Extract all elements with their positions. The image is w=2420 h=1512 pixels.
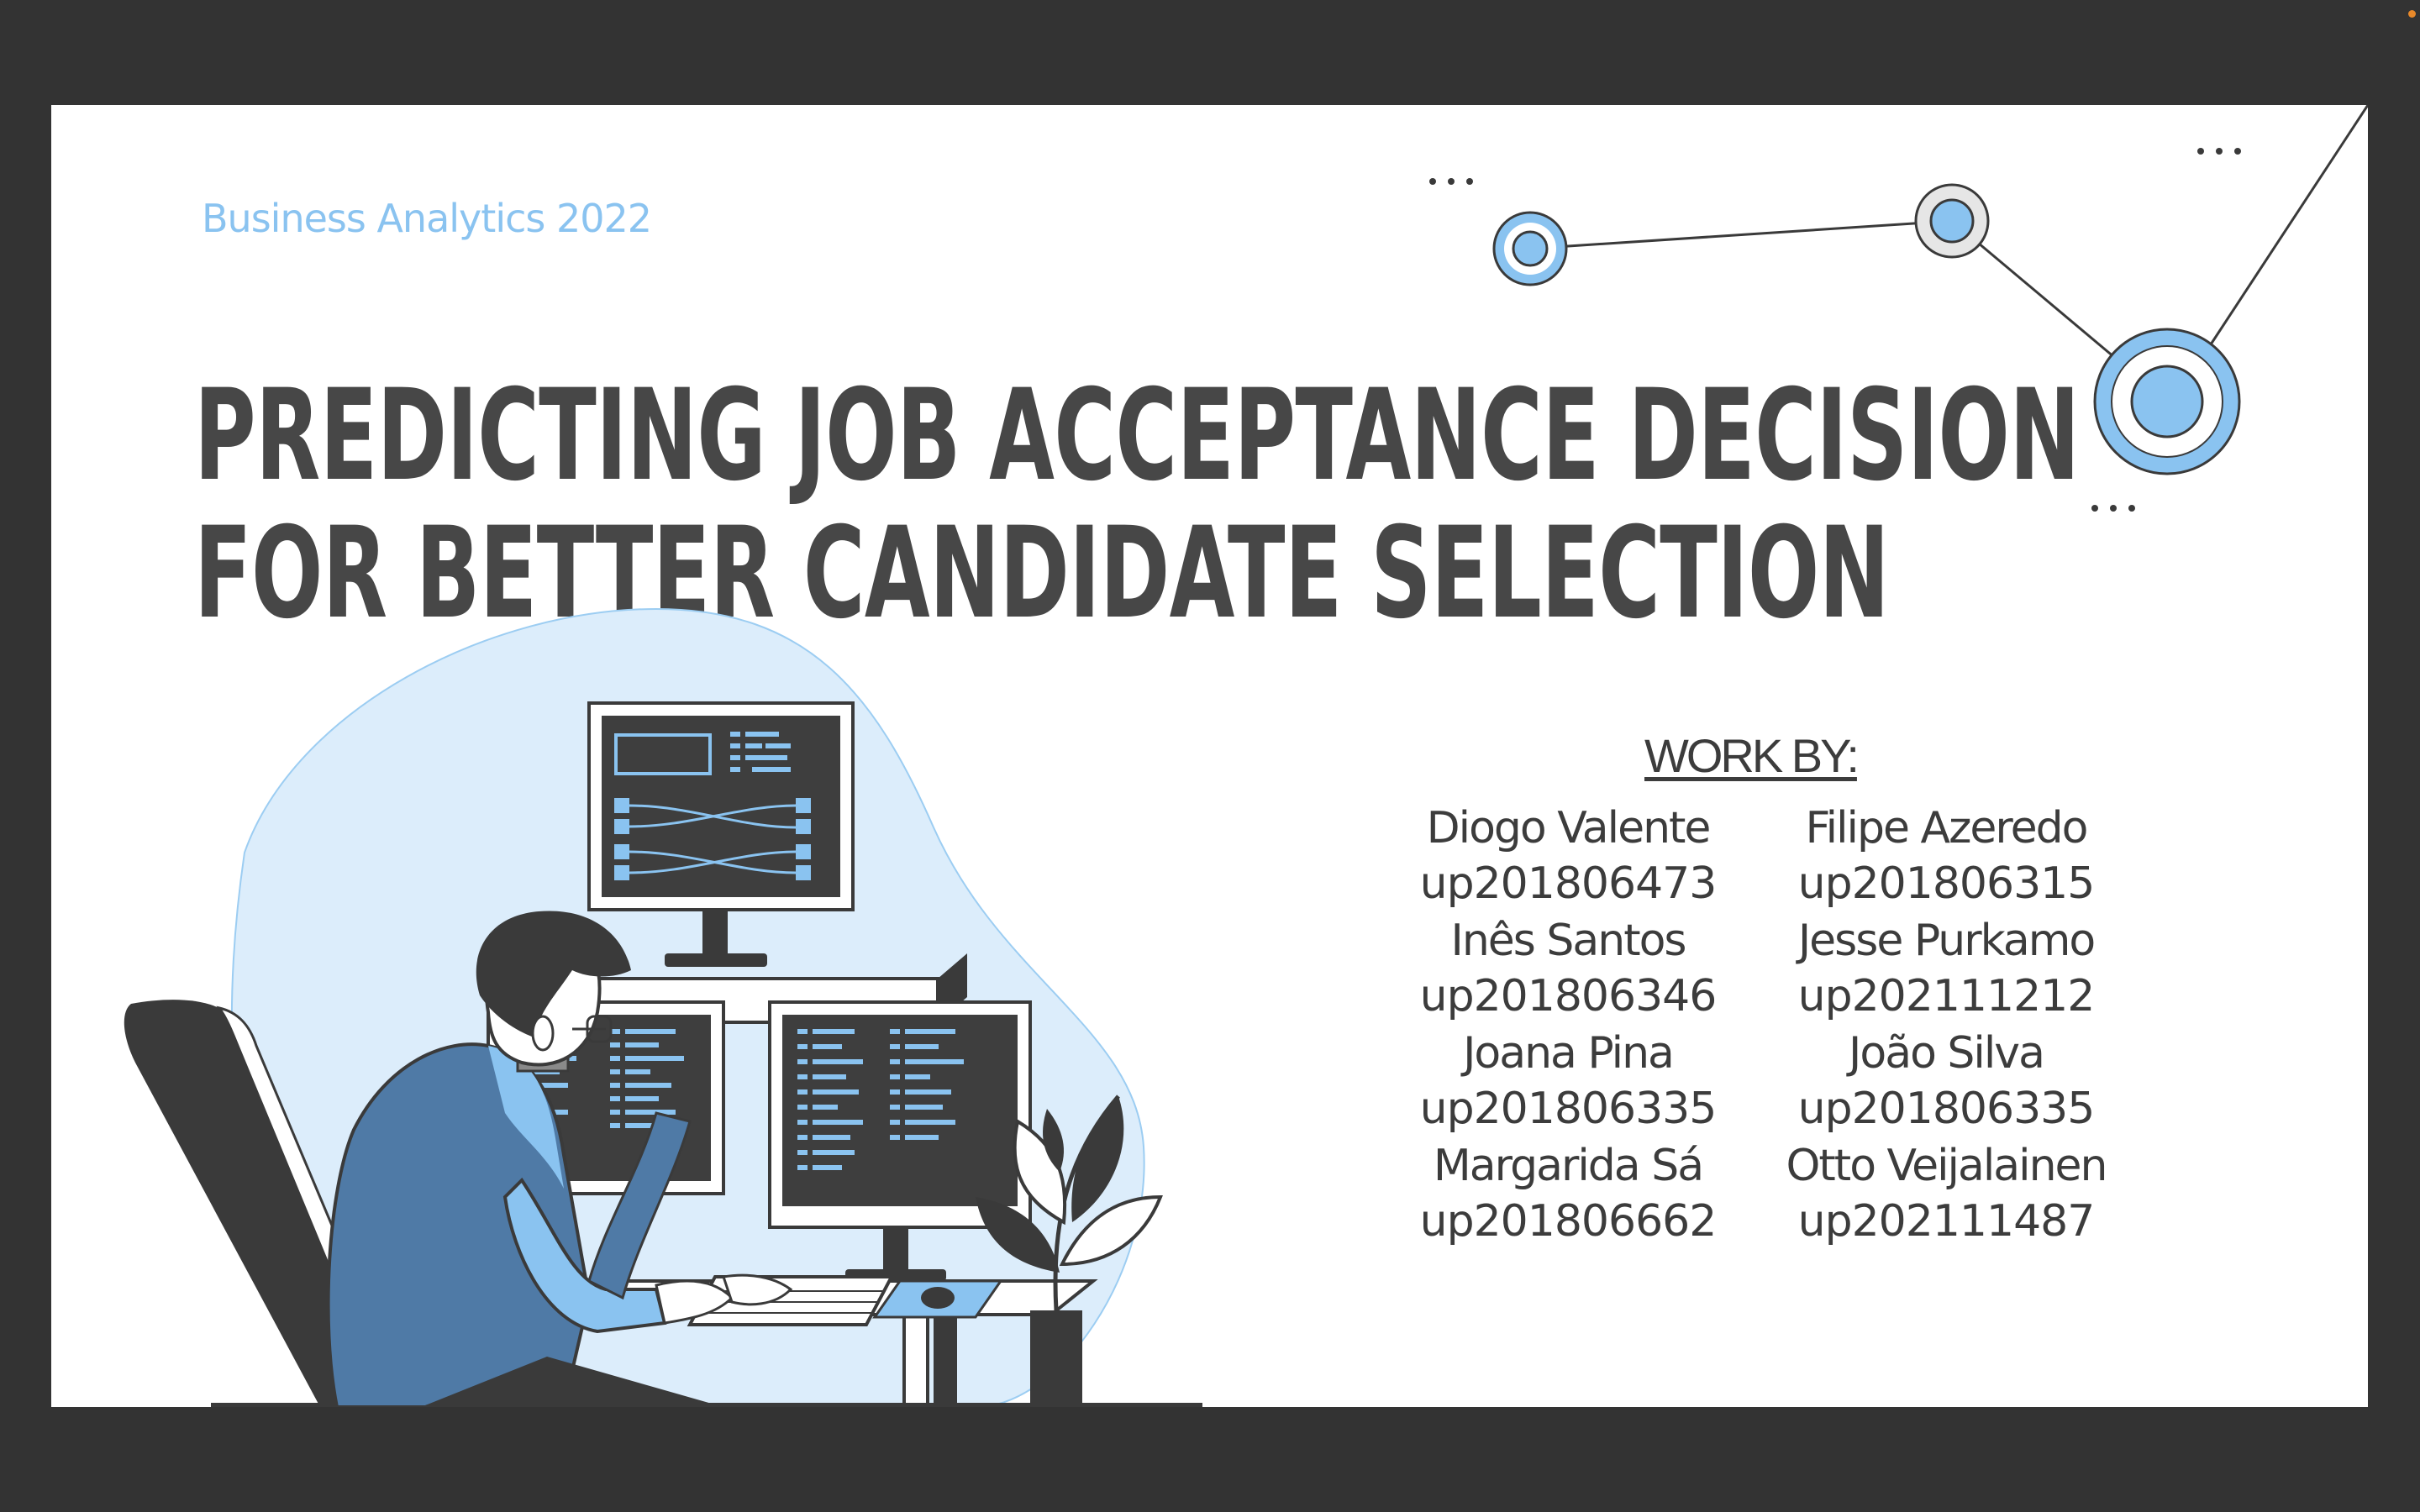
member-name: Joana Pina <box>1463 1028 1675 1079</box>
member-name: Diogo Valente <box>1426 803 1712 853</box>
team-list: Diogo Valente up201806473 Filipe Azeredo… <box>1379 801 2135 1248</box>
team-member: Joana Pina up201806335 <box>1379 1026 1757 1136</box>
member-id: up201806315 <box>1797 858 2096 909</box>
member-name: Otto Veijalainen <box>1786 1141 2107 1191</box>
work-by-label: WORK BY: <box>1644 729 1860 782</box>
member-id: up201806335 <box>1797 1084 2096 1134</box>
member-id: up202111212 <box>1797 971 2096 1021</box>
member-name: Filipe Azeredo <box>1805 803 2089 853</box>
member-name: Jesse Purkamo <box>1797 916 2096 966</box>
team-member: Otto Veijalainen up202111487 <box>1757 1138 2135 1248</box>
member-id: up201806473 <box>1419 858 1718 909</box>
member-name: João Silva <box>1849 1028 2045 1079</box>
team-member: João Silva up201806335 <box>1757 1026 2135 1136</box>
member-name: Inês Santos <box>1450 916 1686 966</box>
team-member: Diogo Valente up201806473 <box>1379 801 1757 911</box>
member-id: up201806662 <box>1419 1196 1718 1247</box>
team-member: Jesse Purkamo up202111212 <box>1757 913 2135 1023</box>
team-member: Filipe Azeredo up201806315 <box>1757 801 2135 911</box>
member-name: Margarida Sá <box>1433 1141 1704 1191</box>
member-id: up201806335 <box>1419 1084 1718 1134</box>
member-id: up202111487 <box>1797 1196 2096 1247</box>
team-member: Inês Santos up201806346 <box>1379 913 1757 1023</box>
team-member: Margarida Sá up201806662 <box>1379 1138 1757 1248</box>
member-id: up201806346 <box>1419 971 1718 1021</box>
presentation-slide: Business Analytics 2022 PREDICTING JOB A… <box>51 105 2368 1407</box>
recording-indicator <box>2408 10 2416 18</box>
